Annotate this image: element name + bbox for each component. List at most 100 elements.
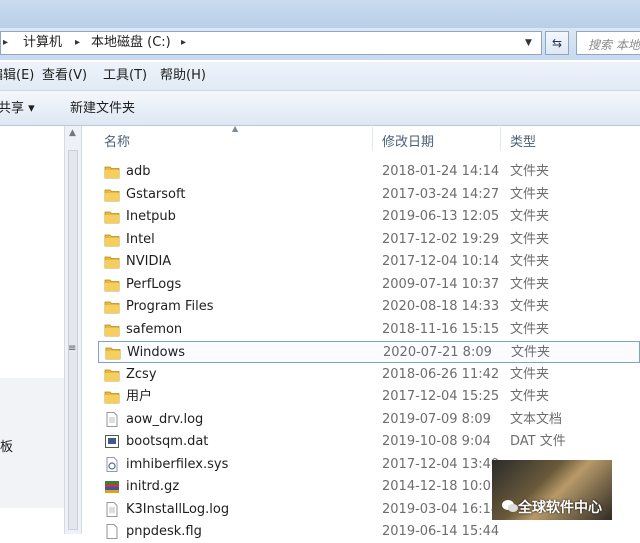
menu-bar: 编辑(E) 查看(V) 工具(T) 帮助(H) xyxy=(0,62,640,91)
file-name: Program Files xyxy=(126,299,214,314)
file-name: NVIDIA xyxy=(126,254,172,269)
file-name: Zcsy xyxy=(126,366,157,382)
file-row[interactable]: 用户 2017-12-04 15:25 文件夹 xyxy=(98,386,640,408)
menu-tools[interactable]: 工具(T) xyxy=(103,68,147,84)
file-modified-date: 2017-12-02 19:29 xyxy=(382,231,500,247)
address-dropdown-icon[interactable]: ▼ xyxy=(525,38,532,48)
command-bar: 共享 ▾ 新建文件夹 xyxy=(0,91,640,126)
file-modified-date: 2019-07-09 8:09 xyxy=(382,411,491,427)
file-type: 文件夹 xyxy=(510,254,550,269)
breadcrumb-separator-icon[interactable]: ▸ xyxy=(3,35,8,51)
folder-icon xyxy=(105,345,121,360)
file-type: 文件夹 xyxy=(510,276,550,292)
file-row[interactable]: NVIDIA 2017-12-04 10:14 文件夹 xyxy=(98,251,640,273)
file-modified-date: 2018-01-24 14:14 xyxy=(382,164,500,179)
search-placeholder: 搜索 本地 xyxy=(588,38,640,52)
file-name: K3InstallLog.log xyxy=(126,501,230,517)
file-type: 文件夹 xyxy=(510,366,550,382)
file-row[interactable]: adb 2018-01-24 14:14 文件夹 xyxy=(98,161,640,183)
file-modified-date: 2017-03-24 14:27 xyxy=(382,186,500,202)
dat-file-icon xyxy=(104,434,120,449)
file-name: safemon xyxy=(126,321,183,337)
file-name: 用户 xyxy=(126,389,153,404)
file-type: 文件夹 xyxy=(510,186,550,202)
menu-edit[interactable]: 编辑(E) xyxy=(0,68,34,84)
file-modified-date: 2019-03-04 16:14 xyxy=(382,501,500,517)
file-modified-date: 2020-08-18 14:33 xyxy=(382,299,500,314)
file-name: Windows xyxy=(127,345,186,360)
refresh-button[interactable]: ⇆ xyxy=(545,31,569,55)
file-modified-date: 2019-10-08 9:04 xyxy=(382,434,491,449)
scroll-up-icon[interactable]: ▲ xyxy=(69,128,76,138)
file-row[interactable]: Gstarsoft 2017-03-24 14:27 文件夹 xyxy=(98,184,640,206)
menu-view[interactable]: 查看(V) xyxy=(42,68,87,84)
file-type: DAT 文件 xyxy=(510,434,566,449)
file-name: Intel xyxy=(126,231,155,247)
folder-icon xyxy=(104,254,120,269)
nav-item-label[interactable]: 板 xyxy=(0,436,13,455)
file-type: 文件夹 xyxy=(510,164,550,179)
column-divider[interactable] xyxy=(372,127,373,151)
column-header-name[interactable]: 名称 xyxy=(104,131,130,150)
file-modified-date: 2014-12-18 10:07 xyxy=(382,479,500,494)
file-name: pnpdesk.flg xyxy=(126,524,202,539)
column-header-type[interactable]: 类型 xyxy=(510,131,536,150)
file-row[interactable]: Intel 2017-12-02 19:29 文件夹 xyxy=(98,229,640,251)
menu-help[interactable]: 帮助(H) xyxy=(160,68,206,84)
folder-icon xyxy=(104,389,120,404)
address-bar[interactable]: ▸ 计算机 ▸ 本地磁盘 (C:) ▸ ▼ xyxy=(0,31,542,55)
file-modified-date: 2017-12-04 10:14 xyxy=(382,254,500,269)
file-icon xyxy=(104,524,120,539)
address-bar-row: ▸ 计算机 ▸ 本地磁盘 (C:) ▸ ▼ ⇆ xyxy=(0,28,640,60)
file-type: 文件夹 xyxy=(510,231,550,247)
file-modified-date: 2017-12-04 13:40 xyxy=(382,456,500,472)
folder-icon xyxy=(104,164,120,179)
file-row[interactable]: Program Files 2020-08-18 14:33 文件夹 xyxy=(98,296,640,318)
text-file-icon xyxy=(104,411,120,427)
breadcrumb-separator-icon[interactable]: ▸ xyxy=(75,35,80,51)
file-type: 文件夹 xyxy=(510,299,550,314)
file-row[interactable]: bootsqm.dat 2019-10-08 9:04 DAT 文件 xyxy=(98,431,640,453)
refresh-icon: ⇆ xyxy=(551,36,563,50)
wechat-icon xyxy=(502,498,518,517)
file-modified-date: 2009-07-14 10:37 xyxy=(382,276,500,292)
file-row[interactable]: aow_drv.log 2019-07-09 8:09 文本文档 xyxy=(98,409,640,431)
folder-icon xyxy=(104,277,120,292)
breadcrumb-computer[interactable]: 计算机 xyxy=(23,35,62,51)
file-modified-date: 2019-06-13 12:05 xyxy=(382,209,500,224)
file-modified-date: 2018-06-26 11:42 xyxy=(382,366,500,382)
file-row[interactable]: Inetpub 2019-06-13 12:05 文件夹 xyxy=(98,206,640,228)
text-file-icon xyxy=(104,501,120,517)
file-row[interactable]: safemon 2018-11-16 15:15 文件夹 xyxy=(98,319,640,341)
file-row[interactable]: PerfLogs 2009-07-14 10:37 文件夹 xyxy=(98,274,640,296)
breadcrumb-local-disk[interactable]: 本地磁盘 (C:) xyxy=(91,35,171,51)
file-modified-date: 2019-06-14 15:44 xyxy=(382,524,500,539)
window-title-bar xyxy=(0,0,640,28)
scrollbar-grip-icon: ≡ xyxy=(68,343,77,354)
breadcrumb-separator-icon[interactable]: ▸ xyxy=(181,35,186,51)
file-row[interactable]: Windows 2020-07-21 8:09 文件夹 xyxy=(98,341,640,363)
file-type: 文件夹 xyxy=(510,389,550,404)
file-row[interactable]: Zcsy 2018-06-26 11:42 文件夹 xyxy=(98,364,640,386)
folder-icon xyxy=(104,187,120,202)
folder-icon xyxy=(104,322,120,337)
share-button[interactable]: 共享 ▾ xyxy=(0,101,35,117)
file-name: Inetpub xyxy=(126,209,176,224)
folder-icon xyxy=(104,299,120,314)
sort-ascending-icon: ▲ xyxy=(232,124,239,133)
file-type: 文件夹 xyxy=(510,209,550,224)
file-name: bootsqm.dat xyxy=(126,434,209,449)
file-name: aow_drv.log xyxy=(126,411,204,427)
file-modified-date: 2018-11-16 15:15 xyxy=(382,321,500,337)
navigation-scrollbar-thumb[interactable] xyxy=(68,150,78,530)
column-divider[interactable] xyxy=(500,127,501,151)
file-type: 文本文档 xyxy=(510,411,563,427)
file-row[interactable]: pnpdesk.flg 2019-06-14 15:44 xyxy=(98,521,640,543)
new-folder-button[interactable]: 新建文件夹 xyxy=(70,101,135,117)
folder-icon xyxy=(104,232,120,247)
system-file-icon xyxy=(104,456,120,472)
archive-icon xyxy=(104,479,120,494)
column-header-date[interactable]: 修改日期 xyxy=(382,131,434,150)
folder-icon xyxy=(104,209,120,224)
file-modified-date: 2017-12-04 15:25 xyxy=(382,389,500,404)
